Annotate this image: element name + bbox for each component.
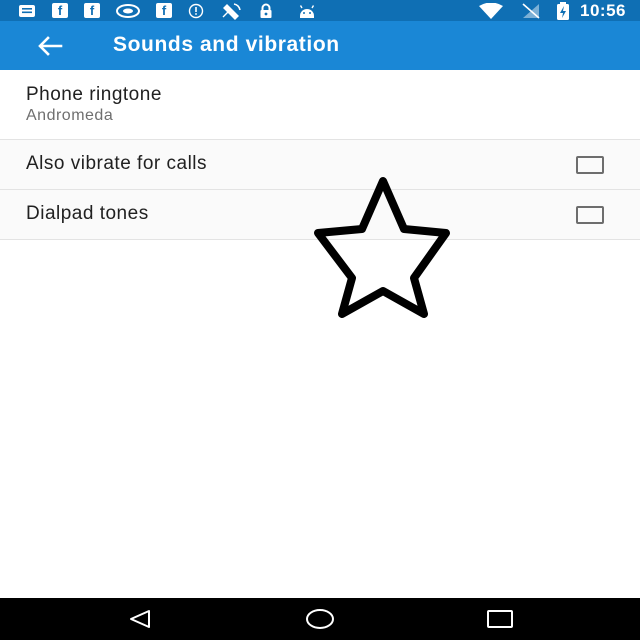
nav-home-button[interactable] — [280, 598, 360, 640]
system-status: 10:56 — [478, 0, 626, 21]
status-bar: f f f 10:56 — [0, 0, 640, 21]
dialpad-tones-preference[interactable]: Dialpad tones — [0, 190, 640, 240]
back-button[interactable] — [18, 21, 82, 70]
home-circle-icon — [305, 608, 335, 630]
notification-icons: f f f — [18, 0, 316, 21]
settings-list: Phone ringtone Andromeda Also vibrate fo… — [0, 70, 640, 240]
message-icon — [18, 3, 36, 19]
page-title: Sounds and vibration — [113, 33, 340, 56]
battery-charging-icon — [556, 1, 570, 20]
preference-summary: Andromeda — [26, 107, 114, 124]
preference-title: Dialpad tones — [26, 203, 149, 224]
facebook-icon: f — [52, 3, 68, 19]
preference-title: Also vibrate for calls — [26, 153, 208, 174]
app-bar: Sounds and vibration — [0, 21, 640, 70]
facebook-icon: f — [84, 3, 100, 19]
satellite-icon — [220, 2, 242, 20]
facebook-icon: f — [156, 3, 172, 19]
navigation-bar — [0, 598, 640, 640]
dialpad-checkbox[interactable] — [576, 206, 604, 224]
game-controller-icon — [116, 3, 140, 19]
vibrate-for-calls-preference[interactable]: Also vibrate for calls — [0, 140, 640, 190]
phone-ringtone-preference[interactable]: Phone ringtone Andromeda — [0, 70, 640, 140]
back-triangle-icon — [128, 609, 152, 629]
arrow-back-icon — [37, 35, 63, 56]
wifi-icon — [478, 2, 504, 19]
nav-recents-button[interactable] — [460, 598, 540, 640]
status-time: 10:56 — [580, 0, 626, 20]
signal-icon — [522, 2, 540, 19]
android-icon — [298, 3, 316, 19]
vibrate-checkbox[interactable] — [576, 156, 604, 174]
alert-circle-icon — [188, 3, 204, 19]
nav-back-button[interactable] — [100, 598, 180, 640]
recents-square-icon — [486, 609, 514, 629]
lock-icon — [258, 3, 274, 19]
preference-title: Phone ringtone — [26, 84, 162, 105]
